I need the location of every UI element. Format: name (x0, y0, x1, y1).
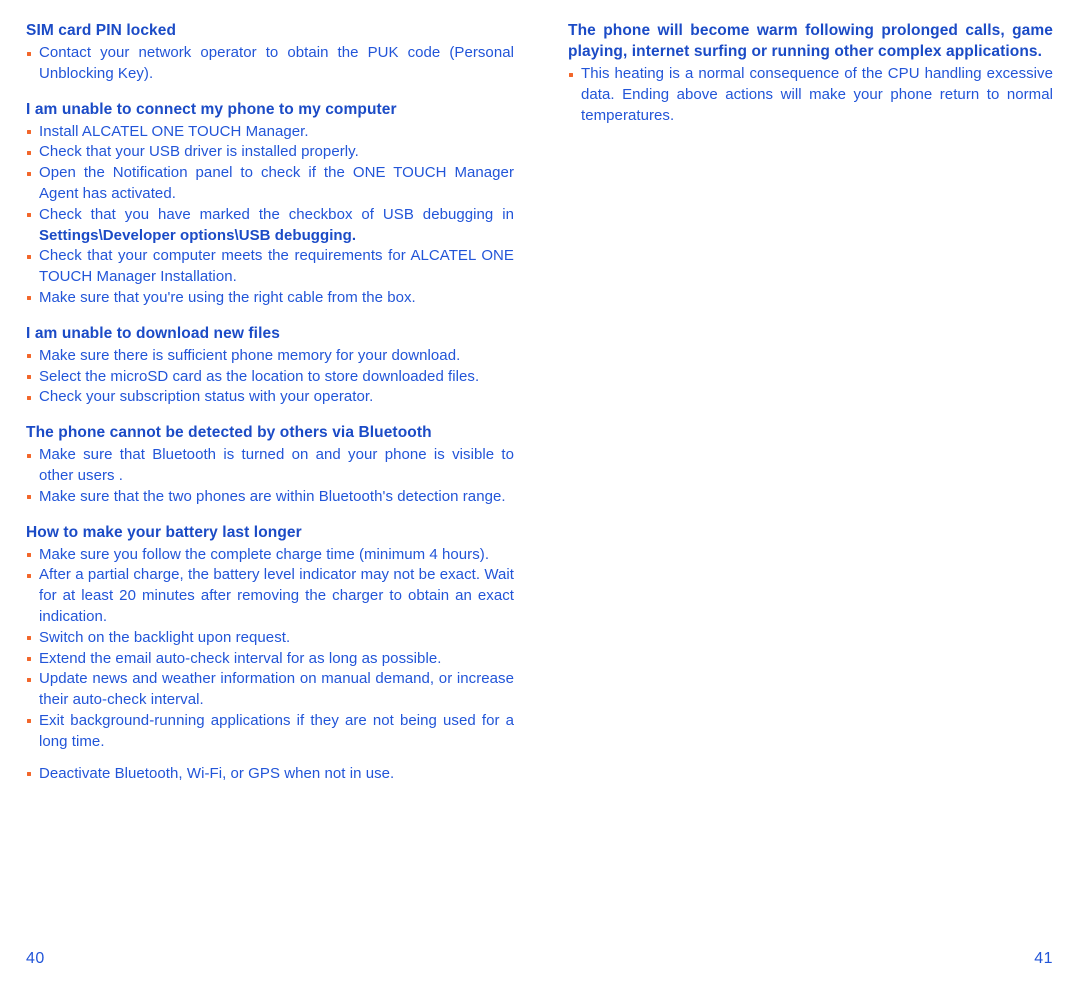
left-page-column: SIM card PIN locked Contact your network … (0, 20, 540, 784)
faq-section: SIM card PIN locked Contact your network … (26, 20, 514, 85)
bullet-item: Check that your USB driver is installed … (26, 142, 514, 163)
right-page-sections: The phone will become warm following pro… (568, 20, 1053, 126)
bullet-text: Make sure that Bluetooth is turned on an… (39, 446, 514, 484)
bullet-text: Make sure that you're using the right ca… (39, 288, 416, 306)
faq-section: The phone cannot be detected by others v… (26, 422, 514, 507)
bullet-text: Exit background-running applications if … (39, 711, 514, 750)
bullet-item: Make sure there is sufficient phone memo… (26, 346, 514, 367)
bullet-item: Make sure you follow the complete charge… (26, 545, 514, 566)
faq-section: I am unable to connect my phone to my co… (26, 99, 514, 309)
bullet-text: Check your subscription status with your… (39, 388, 374, 406)
bullet-item: Open the Notification panel to check if … (26, 163, 514, 205)
bullet-text: This heating is a normal consequence of … (581, 65, 1053, 124)
bullet-item: Check that your computer meets the requi… (26, 246, 514, 288)
bullet-text: Check that you have marked the checkbox … (39, 205, 514, 223)
manual-page-spread: SIM card PIN locked Contact your network … (0, 0, 1080, 990)
page-number-right: 41 (1034, 950, 1053, 967)
bullet-item: This heating is a normal consequence of … (568, 64, 1053, 126)
bullet-list: Contact your network operator to obtain … (26, 43, 514, 85)
bullet-list: This heating is a normal consequence of … (568, 64, 1053, 126)
section-heading: I am unable to connect my phone to my co… (26, 100, 397, 118)
bullet-item: Contact your network operator to obtain … (26, 43, 514, 85)
bullet-text: Select the microSD card as the location … (39, 367, 480, 385)
two-column-layout: SIM card PIN locked Contact your network … (0, 20, 1080, 784)
bullet-text: After a partial charge, the battery leve… (39, 566, 514, 625)
bullet-item: Exit background-running applications if … (26, 711, 514, 753)
bullet-item: Install ALCATEL ONE TOUCH Manager. (26, 122, 514, 143)
section-heading: How to make your battery last longer (26, 523, 302, 541)
bullet-text: Check that your USB driver is installed … (39, 143, 359, 161)
bullet-text: Make sure there is sufficient phone memo… (39, 346, 461, 364)
bullet-text-emphasis: Settings\Developer options\USB debugging… (39, 226, 357, 244)
bullet-item: Make sure that the two phones are within… (26, 487, 514, 508)
bullet-list: Make sure you follow the complete charge… (26, 545, 514, 785)
left-page-sections: SIM card PIN locked Contact your network … (26, 20, 514, 784)
bullet-list: Install ALCATEL ONE TOUCH Manager. Check … (26, 122, 514, 309)
bullet-text: Contact your network operator to obtain … (39, 44, 514, 82)
section-heading: SIM card PIN locked (26, 22, 177, 39)
section-heading: The phone will become warm following pro… (568, 22, 1053, 60)
bullet-item: Update news and weather information on m… (26, 669, 514, 711)
bullet-text: Open the Notification panel to check if … (39, 164, 514, 202)
bullet-item: Check that you have marked the checkbox … (26, 205, 514, 247)
bullet-list: Make sure there is sufficient phone memo… (26, 346, 514, 408)
page-number-left: 40 (26, 950, 45, 967)
bullet-item: After a partial charge, the battery leve… (26, 565, 514, 627)
bullet-text: Switch on the backlight upon request. (39, 628, 291, 646)
bullet-text: Install ALCATEL ONE TOUCH Manager. (39, 122, 309, 140)
bullet-text: Extend the email auto-check interval for… (39, 649, 442, 667)
faq-section: How to make your battery last longer Make… (26, 522, 514, 785)
section-heading: I am unable to download new files (26, 324, 280, 342)
section-heading: The phone cannot be detected by others v… (26, 424, 432, 442)
bullet-item: Make sure that Bluetooth is turned on an… (26, 445, 514, 487)
bullet-item: Check your subscription status with your… (26, 387, 514, 408)
faq-section: I am unable to download new files Make su… (26, 323, 514, 408)
bullet-item: Extend the email auto-check interval for… (26, 649, 514, 670)
bullet-item: Switch on the backlight upon request. (26, 628, 514, 649)
bullet-list: Make sure that Bluetooth is turned on an… (26, 445, 514, 507)
bullet-text: Make sure that the two phones are within… (39, 487, 506, 505)
bullet-item: Make sure that you're using the right ca… (26, 288, 514, 309)
bullet-item: Deactivate Bluetooth, Wi-Fi, or GPS when… (26, 764, 514, 785)
bullet-text: Deactivate Bluetooth, Wi-Fi, or GPS when… (39, 764, 395, 782)
faq-section: The phone will become warm following pro… (568, 20, 1053, 126)
bullet-item: Select the microSD card as the location … (26, 367, 514, 388)
bullet-text: Update news and weather information on m… (39, 670, 514, 709)
bullet-text: Make sure you follow the complete charge… (39, 545, 490, 563)
right-page-column: The phone will become warm following pro… (540, 20, 1080, 126)
bullet-text: Check that your computer meets the requi… (39, 247, 514, 286)
